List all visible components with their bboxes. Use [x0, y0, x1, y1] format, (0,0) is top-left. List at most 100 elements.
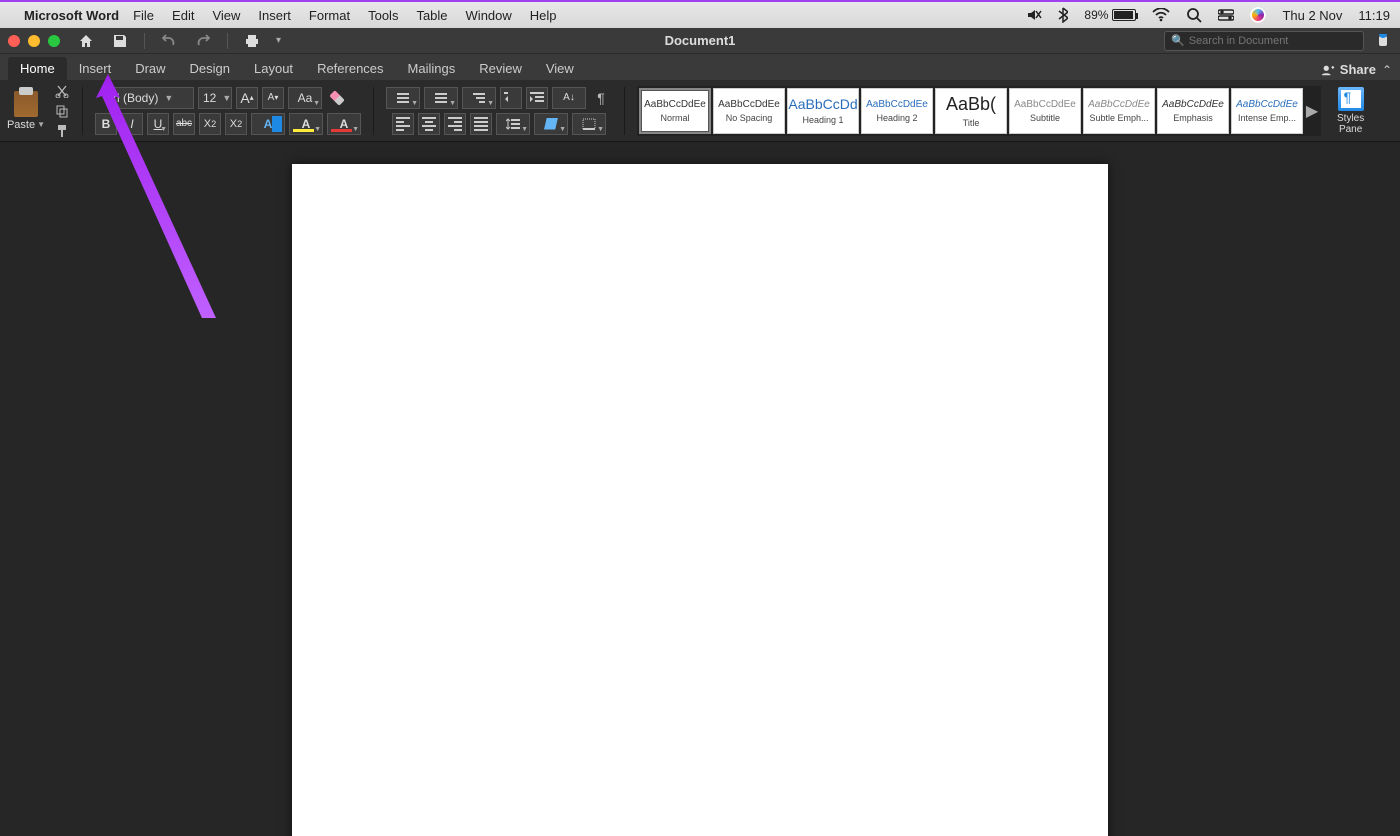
wifi-icon[interactable] [1152, 8, 1170, 22]
battery-icon [1112, 9, 1136, 21]
style-intense-emphasis[interactable]: AaBbCcDdEe Intense Emp... [1231, 88, 1303, 134]
decrease-indent-button[interactable] [500, 87, 522, 109]
chevron-down-icon: ▼ [164, 93, 173, 103]
style-preview: AaBbCcDdEe [866, 99, 928, 110]
tab-review[interactable]: Review [467, 57, 534, 80]
control-center-icon[interactable] [1218, 9, 1234, 21]
font-name-dropdown[interactable]: ri (Body) ▼ [108, 87, 194, 109]
ribbon-collapse-button[interactable]: ⌃ [1382, 63, 1392, 77]
show-paragraph-marks-button[interactable]: ¶ [590, 87, 612, 109]
dictate-icon[interactable] [1374, 32, 1392, 50]
style-title[interactable]: AaBb( Title [935, 88, 1007, 134]
tab-design[interactable]: Design [178, 57, 242, 80]
chevron-down-icon: ▼ [222, 93, 231, 103]
align-left-button[interactable] [392, 113, 414, 135]
menubar-file[interactable]: File [133, 8, 154, 23]
line-spacing-button[interactable]: ▼ [496, 113, 530, 135]
italic-button[interactable]: I [121, 113, 143, 135]
styles-gallery-next[interactable]: ▶ [1305, 88, 1319, 134]
window-minimize-button[interactable] [28, 35, 40, 47]
increase-indent-button[interactable] [526, 87, 548, 109]
underline-button[interactable]: U▼ [147, 113, 169, 135]
menubar-tools[interactable]: Tools [368, 8, 398, 23]
font-color-button[interactable]: A▼ [327, 113, 361, 135]
text-effects-button[interactable]: A▼ [251, 113, 285, 135]
style-label: Title [963, 118, 980, 128]
menubar-window[interactable]: Window [466, 8, 512, 23]
document-search-input[interactable] [1189, 35, 1357, 47]
style-heading-1[interactable]: AaBbCcDd Heading 1 [787, 88, 859, 134]
tab-references[interactable]: References [305, 57, 395, 80]
document-canvas[interactable] [0, 142, 1400, 836]
spotlight-icon[interactable] [1186, 7, 1202, 23]
document-page[interactable] [292, 164, 1108, 836]
paste-label[interactable]: Paste [7, 119, 35, 131]
search-icon: 🔍 [1171, 34, 1185, 47]
tab-layout[interactable]: Layout [242, 57, 305, 80]
share-label: Share [1340, 62, 1376, 77]
menubar-table[interactable]: Table [416, 8, 447, 23]
qat-separator-2 [227, 33, 228, 49]
menubar-insert[interactable]: Insert [258, 8, 291, 23]
menubar-view[interactable]: View [212, 8, 240, 23]
style-subtle-emphasis[interactable]: AaBbCcDdEe Subtle Emph... [1083, 88, 1155, 134]
document-search-box[interactable]: 🔍 [1164, 31, 1364, 51]
window-maximize-button[interactable] [48, 35, 60, 47]
style-subtitle[interactable]: AaBbCcDdEe Subtitle [1009, 88, 1081, 134]
bullets-button[interactable]: ▼ [386, 87, 420, 109]
grow-font-button[interactable]: A▴ [236, 87, 258, 109]
menubar-edit[interactable]: Edit [172, 8, 194, 23]
paste-dropdown[interactable]: ▼ [37, 120, 45, 129]
qat-home-icon[interactable] [76, 31, 96, 51]
menubar-date[interactable]: Thu 2 Nov [1282, 8, 1342, 23]
borders-button[interactable]: ▼ [572, 113, 606, 135]
style-heading-2[interactable]: AaBbCcDdEe Heading 2 [861, 88, 933, 134]
qat-save-icon[interactable] [110, 31, 130, 51]
font-size-dropdown[interactable]: 12 ▼ [198, 87, 232, 109]
bold-button[interactable]: B [95, 113, 117, 135]
tab-view[interactable]: View [534, 57, 586, 80]
align-right-button[interactable] [444, 113, 466, 135]
battery-status[interactable]: 89% [1084, 8, 1136, 22]
subscript-button[interactable]: X2 [199, 113, 221, 135]
justify-button[interactable] [470, 113, 492, 135]
menubar-time[interactable]: 11:19 [1358, 8, 1390, 23]
copy-icon[interactable] [54, 104, 70, 118]
qat-customize-dropdown[interactable]: ▾ [276, 35, 281, 46]
menubar-format[interactable]: Format [309, 8, 350, 23]
style-emphasis[interactable]: AaBbCcDdEe Emphasis [1157, 88, 1229, 134]
highlight-color-button[interactable]: A▼ [289, 113, 323, 135]
styles-pane-button[interactable]: Styles Pane [1337, 87, 1364, 135]
siri-icon[interactable] [1250, 7, 1266, 23]
shading-button[interactable]: ▼ [534, 113, 568, 135]
sort-button[interactable]: A↓ [552, 87, 586, 109]
share-button[interactable]: Share [1321, 62, 1376, 77]
qat-print-icon[interactable] [242, 31, 262, 51]
style-preview: AaBbCcDdEe [1088, 99, 1150, 110]
window-close-button[interactable] [8, 35, 20, 47]
menubar-app-name[interactable]: Microsoft Word [24, 8, 119, 23]
align-center-button[interactable] [418, 113, 440, 135]
tab-insert[interactable]: Insert [67, 57, 124, 80]
change-case-button[interactable]: Aa▼ [288, 87, 322, 109]
qat-undo-icon[interactable] [159, 31, 179, 51]
multilevel-list-button[interactable]: ▼ [462, 87, 496, 109]
bluetooth-icon[interactable] [1058, 7, 1068, 23]
superscript-button[interactable]: X2 [225, 113, 247, 135]
paste-icon[interactable] [14, 91, 38, 117]
tab-draw[interactable]: Draw [123, 57, 177, 80]
tab-mailings[interactable]: Mailings [396, 57, 468, 80]
style-normal[interactable]: AaBbCcDdEe Normal [639, 88, 711, 134]
clear-formatting-button[interactable] [326, 87, 348, 109]
style-no-spacing[interactable]: AaBbCcDdEe No Spacing [713, 88, 785, 134]
tab-home[interactable]: Home [8, 57, 67, 80]
cut-icon[interactable] [54, 84, 70, 98]
shrink-font-button[interactable]: A▾ [262, 87, 284, 109]
strikethrough-button[interactable]: abc [173, 113, 195, 135]
qat-redo-icon[interactable] [193, 31, 213, 51]
style-preview: AaBbCcDdEe [644, 99, 706, 110]
format-painter-icon[interactable] [54, 124, 70, 138]
menubar-help[interactable]: Help [530, 8, 557, 23]
numbering-button[interactable]: ▼ [424, 87, 458, 109]
volume-muted-icon[interactable] [1026, 7, 1042, 23]
